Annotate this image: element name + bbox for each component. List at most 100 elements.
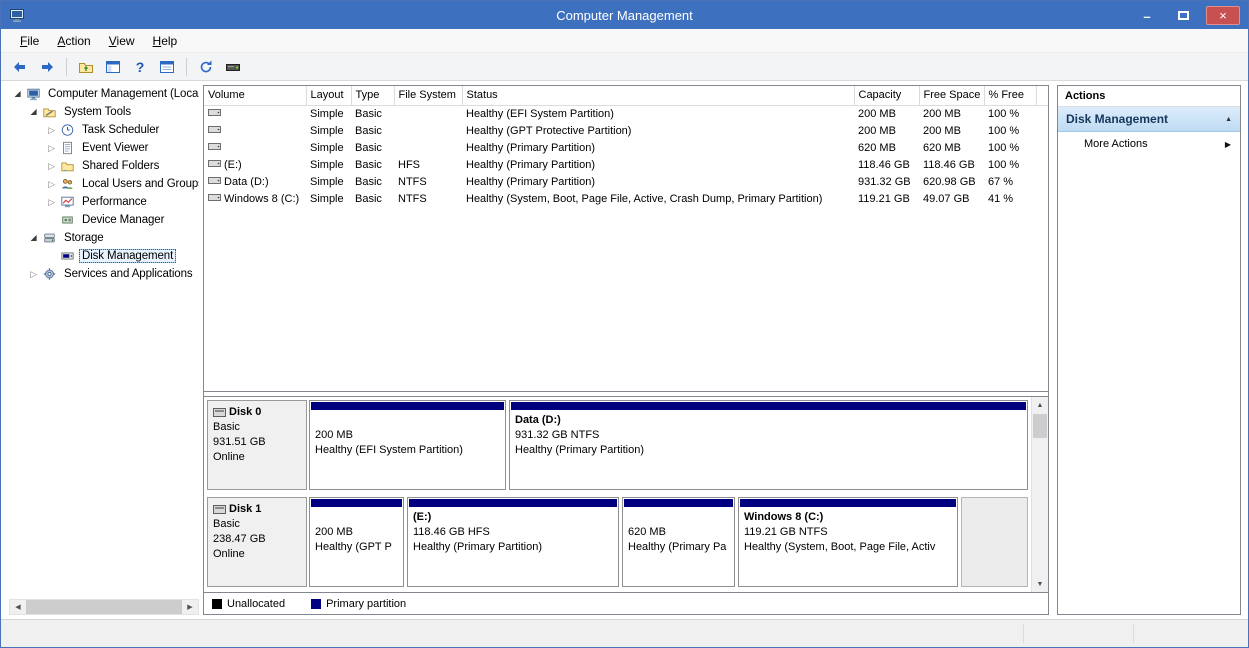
volume-row-620mb[interactable]: Simple Basic Healthy (Primary Partition)… <box>204 139 1048 156</box>
cell-type: Basic <box>351 139 394 156</box>
scroll-left-icon[interactable]: ◀ <box>10 600 26 614</box>
show-console-tree-button[interactable] <box>102 56 124 78</box>
cell-file-system: NTFS <box>394 190 462 207</box>
cell-free-space: 620.98 GB <box>919 173 984 190</box>
scrollbar-thumb[interactable] <box>1033 414 1047 438</box>
toolbar-separator <box>66 58 67 76</box>
more-actions-label: More Actions <box>1084 138 1148 150</box>
tree-horizontal-scrollbar[interactable]: ◀ ▶ <box>9 599 199 615</box>
cell-pct-free: 100 % <box>984 122 1036 139</box>
tree-item-local-users-and-groups[interactable]: ▷ Local Users and Groups <box>9 175 199 193</box>
disk-1-partitions: 200 MB Healthy (GPT P (E:) 118.46 GB HFS… <box>309 497 1028 587</box>
unallocated-swatch <box>212 599 222 609</box>
column-header-pct-free[interactable]: % Free <box>984 86 1036 105</box>
cell-type: Basic <box>351 190 394 207</box>
tree-item-label: Event Viewer <box>79 141 151 155</box>
tree-item-task-scheduler[interactable]: ▷ Task Scheduler <box>9 121 199 139</box>
close-button[interactable]: × <box>1206 6 1240 25</box>
tree-item-event-viewer[interactable]: ▷ Event Viewer <box>9 139 199 157</box>
volume-row-data-d[interactable]: Data (D:) Simple Basic NTFS Healthy (Pri… <box>204 173 1048 190</box>
back-button[interactable] <box>9 56 31 78</box>
help-button[interactable]: ? <box>129 56 151 78</box>
partition-efi-system[interactable]: 200 MB Healthy (EFI System Partition) <box>309 400 506 490</box>
toolbar: ? <box>1 53 1248 81</box>
tree-item-services-and-applications[interactable]: ▷ Services and Applications <box>9 265 199 283</box>
partition-data-d[interactable]: Data (D:) 931.32 GB NTFS Healthy (Primar… <box>509 400 1028 490</box>
forward-button[interactable] <box>36 56 58 78</box>
more-actions-item[interactable]: More Actions ▶ <box>1058 132 1240 156</box>
scroll-down-icon[interactable]: ▼ <box>1032 576 1048 592</box>
disk-tool-button[interactable] <box>222 56 244 78</box>
toolbar-separator <box>186 58 187 76</box>
caption-buttons: – × <box>1134 6 1240 25</box>
expand-arrow-icon[interactable]: ◢ <box>27 103 40 121</box>
cell-file-system: HFS <box>394 156 462 173</box>
menu-action[interactable]: Action <box>48 31 99 51</box>
partition-620mb[interactable]: 620 MB Healthy (Primary Pa <box>622 497 735 587</box>
volume-row-windows8-c[interactable]: Windows 8 (C:) Simple Basic NTFS Healthy… <box>204 190 1048 207</box>
volume-row-gpt-protective[interactable]: Simple Basic Healthy (GPT Protective Par… <box>204 122 1048 139</box>
partition-e[interactable]: (E:) 118.46 GB HFS Healthy (Primary Part… <box>407 497 619 587</box>
computer-management-window: Computer Management – × File Action View… <box>0 0 1249 648</box>
menu-help[interactable]: Help <box>144 31 187 51</box>
column-header-free-space[interactable]: Free Space <box>919 86 984 105</box>
volume-row-efi[interactable]: Simple Basic Healthy (EFI System Partiti… <box>204 105 1048 122</box>
maximize-button[interactable] <box>1170 6 1196 24</box>
disk-size: 931.51 GB <box>213 435 301 450</box>
collapse-arrow-icon[interactable]: ▷ <box>45 193 58 211</box>
column-header-type[interactable]: Type <box>351 86 394 105</box>
minimize-button[interactable]: – <box>1134 6 1160 24</box>
actions-group-disk-management[interactable]: Disk Management ▲ <box>1058 107 1240 132</box>
volume-row-e[interactable]: (E:) Simple Basic HFS Healthy (Primary P… <box>204 156 1048 173</box>
refresh-button[interactable] <box>195 56 217 78</box>
collapse-arrow-icon[interactable]: ▷ <box>45 139 58 157</box>
column-header-layout[interactable]: Layout <box>306 86 351 105</box>
collapse-arrow-icon[interactable]: ▷ <box>27 265 40 283</box>
cell-status: Healthy (System, Boot, Page File, Active… <box>462 190 854 207</box>
partition-legend: Unallocated Primary partition <box>204 592 1048 614</box>
help-icon: ? <box>136 59 145 75</box>
volume-table-header: Volume Layout Type File System Status Ca… <box>204 86 1048 105</box>
expand-arrow-icon[interactable]: ◢ <box>11 85 24 103</box>
scroll-up-icon[interactable]: ▲ <box>1032 397 1048 413</box>
graph-vertical-scrollbar[interactable]: ▲ ▼ <box>1031 397 1048 592</box>
tree-item-system-tools[interactable]: ◢ System Tools <box>9 103 199 121</box>
partition-name: Windows 8 (C:) <box>739 510 957 525</box>
disk-1-label[interactable]: Disk 1 Basic 238.47 GB Online <box>207 497 307 587</box>
collapse-arrow-icon[interactable]: ▷ <box>45 175 58 193</box>
properties-button[interactable] <box>156 56 178 78</box>
column-header-file-system[interactable]: File System <box>394 86 462 105</box>
tree-item-shared-folders[interactable]: ▷ Shared Folders <box>9 157 199 175</box>
menu-view[interactable]: View <box>100 31 144 51</box>
partition-windows8-c[interactable]: Windows 8 (C:) 119.21 GB NTFS Healthy (S… <box>738 497 958 587</box>
collapse-arrow-icon[interactable]: ▷ <box>45 121 58 139</box>
partition-gpt-protective[interactable]: 200 MB Healthy (GPT P <box>309 497 404 587</box>
tree-item-device-manager[interactable]: Device Manager <box>9 211 199 229</box>
tree-item-computer-management[interactable]: ◢ Computer Management (Local <box>9 85 199 103</box>
tree-item-label: Performance <box>79 195 150 209</box>
scrollbar-track[interactable] <box>1032 413 1048 576</box>
collapse-arrow-icon[interactable]: ▷ <box>45 157 58 175</box>
scrollbar-thumb[interactable] <box>26 600 182 614</box>
partition-status: Healthy (Primary Pa <box>623 540 734 555</box>
disk-type: Basic <box>213 420 301 435</box>
tree-item-performance[interactable]: ▷ Performance <box>9 193 199 211</box>
partition-size: 118.46 GB HFS <box>408 525 618 540</box>
expand-arrow-icon[interactable]: ◢ <box>27 229 40 247</box>
cell-capacity: 620 MB <box>854 139 919 156</box>
device-manager-icon <box>60 213 76 228</box>
tree-item-storage[interactable]: ◢ Storage <box>9 229 199 247</box>
cell-status: Healthy (Primary Partition) <box>462 139 854 156</box>
up-level-button[interactable] <box>75 56 97 78</box>
menu-file[interactable]: File <box>11 31 48 51</box>
scroll-right-icon[interactable]: ▶ <box>182 600 198 614</box>
cell-type: Basic <box>351 122 394 139</box>
tree-item-disk-management[interactable]: Disk Management <box>9 247 199 265</box>
disk-size: 238.47 GB <box>213 532 301 547</box>
collapse-chevron-icon[interactable]: ▲ <box>1225 116 1232 123</box>
actions-group-label: Disk Management <box>1066 112 1168 126</box>
column-header-volume[interactable]: Volume <box>204 86 306 105</box>
column-header-status[interactable]: Status <box>462 86 854 105</box>
disk-0-label[interactable]: Disk 0 Basic 931.51 GB Online <box>207 400 307 490</box>
column-header-capacity[interactable]: Capacity <box>854 86 919 105</box>
